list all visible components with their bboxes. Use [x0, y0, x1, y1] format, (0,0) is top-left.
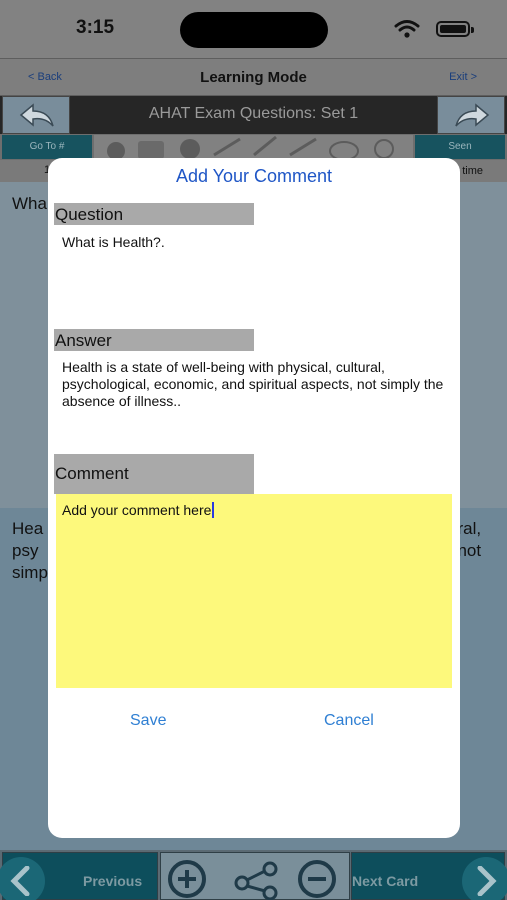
- text-caret: [212, 502, 215, 518]
- next-card-button[interactable]: Next Card: [351, 852, 507, 900]
- answer-text: Health is a state of well-being with phy…: [62, 359, 444, 409]
- arrow-left-icon: [19, 103, 54, 127]
- chevron-left-icon: [0, 857, 45, 900]
- add-comment-dialog: Add Your Comment Question What is Health…: [48, 158, 460, 838]
- set-title: AHAT Exam Questions: Set 1: [148, 105, 359, 122]
- zoom-out-icon[interactable]: [295, 857, 339, 900]
- next-card-label: Next Card: [352, 873, 419, 889]
- comment-input[interactable]: Add your comment here: [56, 494, 452, 688]
- wifi-icon: [394, 20, 420, 38]
- nav-bar: < Back Learning Mode Exit >: [0, 58, 507, 96]
- zoom-controls: [160, 852, 350, 900]
- next-arrow-button[interactable]: [437, 96, 505, 134]
- previous-button[interactable]: Previous: [0, 852, 158, 900]
- bottom-bar: Previous Next Card: [0, 850, 507, 900]
- time-label: time: [462, 165, 483, 177]
- share-icon[interactable]: [233, 857, 279, 900]
- status-icons: [394, 19, 484, 39]
- save-button[interactable]: Save: [130, 712, 166, 730]
- status-time: 3:15: [76, 17, 115, 38]
- seen-button[interactable]: Seen: [415, 135, 505, 159]
- question-section-label: Question: [54, 203, 254, 225]
- tool-icons: [107, 135, 394, 161]
- goto-button[interactable]: Go To #: [2, 135, 92, 159]
- cancel-button[interactable]: Cancel: [324, 712, 374, 730]
- answer-peek-left: Hea psy simp: [12, 519, 48, 582]
- battery-icon: [436, 21, 474, 37]
- exit-button[interactable]: Exit >: [449, 71, 477, 83]
- arrow-right-icon: [455, 103, 490, 127]
- card-title-bar: AHAT Exam Questions: Set 1: [0, 96, 507, 134]
- comment-input-text: Add your comment here: [62, 502, 212, 518]
- dialog-title: Add Your Comment: [175, 166, 333, 186]
- tool-icons-strip: [94, 135, 413, 161]
- previous-arrow-button[interactable]: [2, 96, 70, 134]
- status-bar: 3:15: [0, 0, 507, 58]
- answer-section-label: Answer: [54, 329, 254, 351]
- tool-row: Go To # Seen: [0, 134, 507, 161]
- question-text-peek: Wha: [12, 194, 47, 213]
- comment-section-label: Comment: [54, 454, 254, 494]
- zoom-in-icon[interactable]: [165, 857, 209, 900]
- chevron-right-icon: [462, 857, 507, 900]
- nav-title: Learning Mode: [200, 69, 307, 86]
- question-text: What is Health?.: [62, 234, 165, 250]
- dynamic-island: [180, 12, 328, 48]
- previous-label: Previous: [83, 873, 143, 889]
